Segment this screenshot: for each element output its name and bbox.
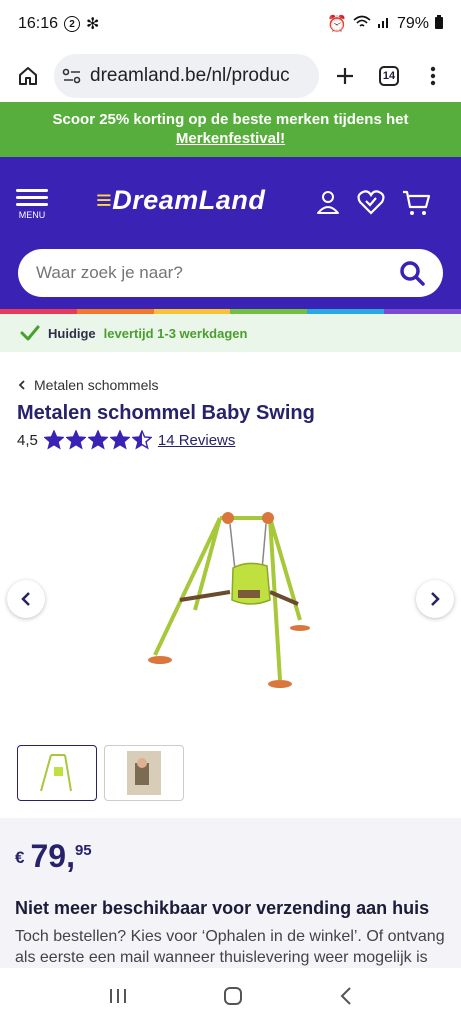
rating-value: 4,5	[17, 431, 38, 449]
thumbnail-swing[interactable]	[17, 745, 97, 801]
star-icon	[109, 430, 130, 450]
plus-icon	[337, 68, 353, 84]
back-icon[interactable]	[339, 986, 353, 1006]
android-navigation-bar	[0, 968, 461, 1024]
search-bar	[18, 249, 443, 297]
chevron-right-icon	[431, 592, 440, 606]
wishlist-heart-icon[interactable]	[357, 189, 385, 215]
more-vertical-icon	[430, 66, 436, 86]
account-icon[interactable]	[315, 189, 341, 215]
browser-toolbar: dreamland.be/nl/produc 14	[0, 48, 461, 104]
notification-count-badge: 2	[64, 16, 81, 32]
recent-apps-icon[interactable]	[108, 987, 128, 1005]
status-time: 16:16	[18, 15, 59, 32]
hamburger-icon-bar	[16, 196, 48, 199]
delivery-notice: Huidige levertijd 1-3 werkdagen	[0, 314, 461, 352]
product-image[interactable]	[140, 500, 330, 700]
price-cents: 95	[74, 842, 92, 859]
breadcrumb[interactable]: Metalen schommels	[18, 377, 159, 393]
promo-banner: Scoor 25% korting op de beste merken tij…	[0, 102, 461, 158]
signal-icon	[377, 15, 391, 34]
home-button[interactable]	[10, 58, 46, 94]
search-icon[interactable]	[399, 260, 425, 286]
home-nav-icon[interactable]	[223, 986, 243, 1006]
star-icon	[87, 430, 108, 450]
new-tab-button[interactable]	[327, 58, 363, 94]
checkmark-icon	[20, 325, 40, 341]
breadcrumb-label: Metalen schommels	[34, 377, 159, 393]
status-bar: 16:16 2 ✻ ⏰ 79%	[0, 0, 461, 48]
alarm-icon: ⏰	[327, 16, 347, 33]
rating-stars	[43, 430, 152, 450]
star-icon	[131, 430, 152, 450]
menu-button[interactable]: MENU	[14, 185, 50, 220]
availability-text: Toch bestellen? Kies voor ‘Ophalen in de…	[15, 928, 445, 966]
reviews-link[interactable]: 14 Reviews	[158, 432, 236, 449]
chevron-left-icon	[21, 592, 30, 606]
dreamland-logo[interactable]: ≡DreamLand	[96, 185, 265, 216]
swing-thumbnail-image	[40, 754, 72, 792]
promo-link[interactable]: Merkenfestival!	[176, 130, 285, 147]
product-title: Metalen schommel Baby Swing	[17, 402, 315, 424]
thumbnail-lifestyle[interactable]	[104, 745, 184, 801]
search-input[interactable]	[36, 263, 376, 283]
next-image-button[interactable]	[416, 580, 454, 618]
prev-image-button[interactable]	[7, 580, 45, 618]
site-settings-icon	[62, 68, 81, 84]
lifestyle-thumbnail-image	[127, 751, 161, 795]
hamburger-icon	[16, 189, 48, 192]
tab-count: 14	[379, 66, 399, 86]
home-icon	[19, 67, 37, 85]
availability-heading: Niet meer beschikbaar voor verzending aa…	[15, 898, 430, 918]
product-price: € 79, 95	[15, 838, 92, 875]
logo-mark-icon: ≡	[96, 185, 113, 215]
price-main: 79,	[30, 838, 75, 874]
star-icon	[43, 430, 64, 450]
logo-text: DreamLand	[112, 185, 266, 215]
address-bar[interactable]: dreamland.be/nl/produc	[54, 54, 319, 98]
chevron-left-icon	[18, 380, 25, 390]
url-text: dreamland.be/nl/produc	[90, 65, 290, 86]
site-header: MENU ≡DreamLand	[0, 157, 461, 309]
cart-icon[interactable]	[401, 189, 431, 217]
delivery-prefix: Huidige	[48, 325, 96, 341]
browser-menu-button[interactable]	[415, 58, 451, 94]
battery-icon	[435, 14, 443, 34]
delivery-time: levertijd 1-3 werkdagen	[103, 325, 248, 341]
price-currency: €	[15, 848, 25, 867]
fan-icon: ✻	[86, 16, 100, 33]
wifi-icon	[353, 15, 371, 34]
battery-level: 79%	[396, 15, 429, 32]
star-icon	[65, 430, 86, 450]
menu-label: MENU	[18, 210, 46, 220]
product-rating: 4,5 14 Reviews	[17, 430, 235, 450]
header-actions	[315, 189, 431, 217]
tab-switcher-button[interactable]: 14	[371, 58, 407, 94]
promo-text: Scoor 25% korting op de beste merken tij…	[52, 111, 409, 128]
hamburger-icon-bar	[16, 203, 48, 206]
